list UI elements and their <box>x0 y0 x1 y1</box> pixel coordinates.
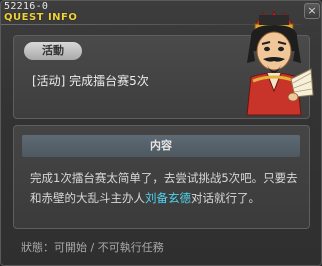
quest-info-window: 52216-0 QUEST INFO × 活動 [活动] 完成擂台赛5次 内容 … <box>0 0 322 266</box>
detail-header: 内容 <box>22 135 300 157</box>
detail-text: 完成1次擂台赛太简单了，去尝试挑战5次吧。只要去和赤壁的大乱斗主办人刘备玄德对话… <box>30 168 300 208</box>
npc-name-link[interactable]: 刘备玄德 <box>145 191 191 205</box>
quest-title: [活动] 完成擂台赛5次 <box>32 74 149 88</box>
quest-status: 狀態：可開始 / 不可執行任務 <box>21 241 164 254</box>
npc-portrait-icon <box>246 11 314 116</box>
detail-text-after: 对话就行了。 <box>191 191 260 205</box>
quest-id-label: 52216-0 <box>4 1 49 12</box>
quest-category-badge: 活動 <box>24 42 82 60</box>
quest-detail-panel: 内容 完成1次擂台赛太简单了，去尝试挑战5次吧。只要去和赤壁的大乱斗主办人刘备玄… <box>13 125 310 229</box>
window-title: QUEST INFO <box>4 12 78 23</box>
